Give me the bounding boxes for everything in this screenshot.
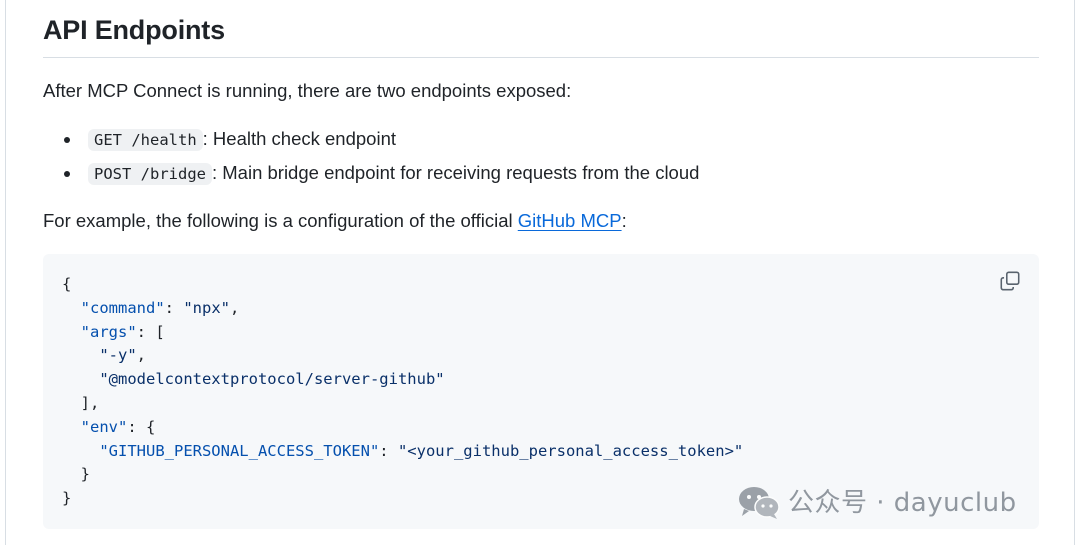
json-punctuation [62, 442, 99, 460]
code-line: "command": "npx", [62, 297, 743, 321]
bullet-icon [64, 137, 70, 143]
json-punctuation: { [62, 275, 72, 293]
page-frame-left [5, 0, 6, 545]
code-line: "args": [ [62, 321, 743, 345]
code-line: { [62, 273, 743, 297]
endpoint-description-bridge: : Main bridge endpoint for receiving req… [211, 162, 700, 183]
intro-paragraph: After MCP Connect is running, there are … [43, 80, 572, 101]
list-item-health-endpoint: GET /health: Health check endpoint [43, 126, 699, 160]
endpoint-code-bridge: POST /bridge [88, 163, 212, 185]
json-punctuation: , [136, 346, 146, 365]
wechat-icon [739, 487, 780, 519]
json-string: "<your_github_personal_access_token>" [397, 441, 744, 460]
endpoint-list: GET /health: Health check endpoint POST … [43, 126, 699, 194]
code-line: } [62, 487, 743, 511]
json-punctuation: : [379, 441, 398, 460]
json-punctuation: : { [127, 417, 156, 436]
readme-article: API Endpoints After MCP Connect is runni… [43, 0, 1039, 545]
json-punctuation: } [62, 465, 90, 484]
code-line: "-y", [62, 344, 743, 368]
json-punctuation [62, 323, 81, 341]
code-line: ], [62, 392, 743, 416]
json-string: "@modelcontextprotocol/server-github" [99, 370, 445, 389]
copy-icon [1000, 271, 1020, 291]
watermark-text: 公众号 · dayuclub [788, 488, 1017, 518]
json-punctuation: ], [62, 393, 100, 412]
heading-divider [43, 57, 1039, 58]
endpoint-description-health: : Health check endpoint [202, 128, 397, 149]
code-line: "GITHUB_PERSONAL_ACCESS_TOKEN": "<your_g… [62, 440, 743, 464]
json-punctuation [62, 346, 99, 364]
json-key: "GITHUB_PERSONAL_ACCESS_TOKEN" [99, 441, 380, 460]
json-punctuation [62, 370, 99, 388]
section-heading: API Endpoints [43, 15, 225, 45]
example-text: For example, the following is a configur… [43, 210, 518, 231]
wechat-watermark: 公众号 · dayuclub [738, 485, 1017, 521]
github-mcp-link[interactable]: GitHub MCP [518, 210, 622, 231]
code-line: "env": { [62, 416, 743, 440]
json-punctuation: } [62, 489, 72, 508]
bullet-icon [64, 171, 70, 177]
endpoint-code-health: GET /health [88, 129, 203, 151]
json-string: "npx" [183, 298, 231, 317]
json-punctuation [62, 299, 81, 317]
json-punctuation [62, 418, 81, 436]
json-punctuation: : [164, 298, 184, 317]
json-string: "-y" [99, 346, 137, 365]
example-paragraph: For example, the following is a configur… [43, 208, 627, 234]
json-key: "env" [80, 417, 128, 436]
json-key: "command" [80, 298, 165, 317]
code-line: } [62, 463, 743, 487]
example-suffix: : [621, 210, 627, 231]
code-line: "@modelcontextprotocol/server-github" [62, 368, 743, 392]
json-key: "args" [80, 322, 137, 341]
json-punctuation: , [230, 298, 240, 317]
list-item-bridge-endpoint: POST /bridge: Main bridge endpoint for r… [43, 160, 699, 194]
json-punctuation: : [ [136, 322, 165, 341]
page-frame-right [1074, 0, 1075, 545]
code-content[interactable]: { "command": "npx", "args": [ "-y", "@mo… [62, 273, 743, 511]
copy-button[interactable] [999, 270, 1021, 292]
